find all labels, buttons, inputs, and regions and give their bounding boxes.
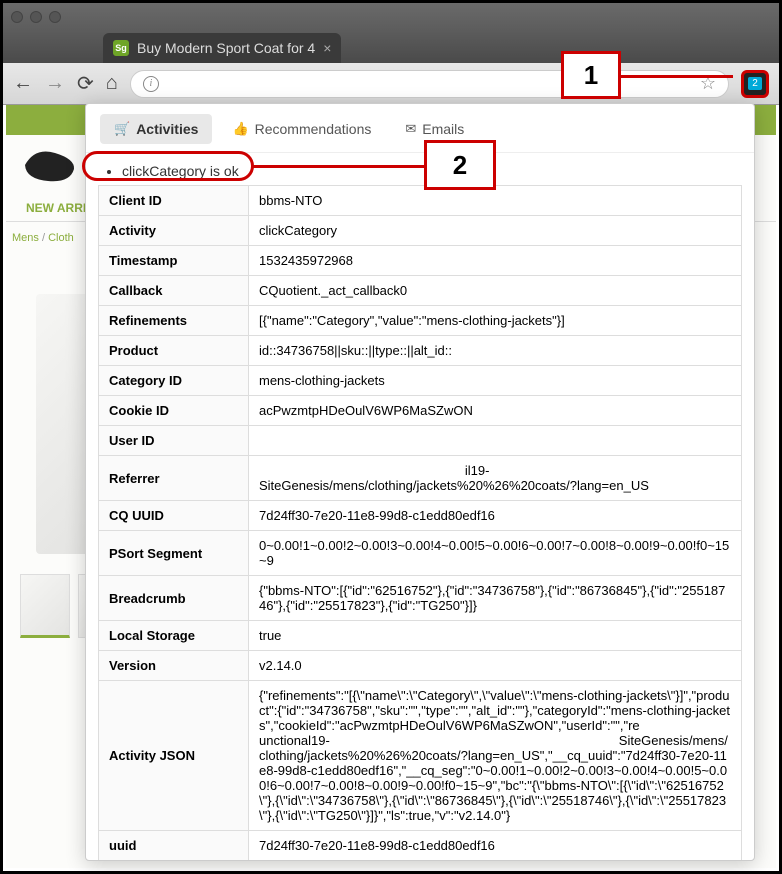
table-row: Productid::34736758||sku::||type::||alt_… [99,336,742,366]
key-user-id: User ID [99,426,249,456]
close-tab-icon[interactable]: × [323,40,331,56]
zoom-window-icon[interactable] [49,11,61,23]
activity-details-table: Client IDbbms-NTO ActivityclickCategory … [98,185,742,860]
val-uuid: 7d24ff30-7e20-11e8-99d8-c1edd80edf16 [249,831,742,861]
key-timestamp: Timestamp [99,246,249,276]
val-version: v2.14.0 [249,651,742,681]
key-callback: Callback [99,276,249,306]
table-row: Local Storagetrue [99,621,742,651]
table-row: Activity JSON{"refinements":"[{\"name\":… [99,681,742,831]
tab-activities-label: Activities [136,121,198,137]
val-client-id: bbms-NTO [249,186,742,216]
key-local-storage: Local Storage [99,621,249,651]
val-user-id [249,426,742,456]
browser-toolbar: ← → ⟳ ⌂ i ☆ 2 [3,63,779,105]
table-row: Breadcrumb{"bbms-NTO":[{"id":"62516752"}… [99,576,742,621]
extension-badge[interactable]: 2 [741,70,769,98]
table-row: Client IDbbms-NTO [99,186,742,216]
val-breadcrumb: {"bbms-NTO":[{"id":"62516752"},{"id":"34… [249,576,742,621]
table-row: Refinements[{"name":"Category","value":"… [99,306,742,336]
key-psort: PSort Segment [99,531,249,576]
key-cookie-id: Cookie ID [99,396,249,426]
annotation-line-2 [251,165,424,168]
favicon-icon: Sg [113,40,129,56]
val-timestamp: 1532435972968 [249,246,742,276]
key-client-id: Client ID [99,186,249,216]
thumbnail-1[interactable] [20,574,70,638]
window-titlebar [3,3,779,31]
tab-activities[interactable]: 🛒 Activities [100,114,212,144]
tab-recommendations-label: Recommendations [255,121,372,137]
browser-tabbar: Sg Buy Modern Sport Coat for 4 × [3,31,779,63]
key-breadcrumb: Breadcrumb [99,576,249,621]
val-local-storage: true [249,621,742,651]
envelope-icon: ✉ [405,121,416,137]
minimize-window-icon[interactable] [30,11,42,23]
annotation-callout-2: 2 [424,140,496,190]
annotation-highlight-oval [82,151,254,181]
val-callback: CQuotient._act_callback0 [249,276,742,306]
breadcrumb-clothing[interactable]: Cloth [48,232,74,244]
address-bar[interactable]: i ☆ [130,70,729,98]
val-category-id: mens-clothing-jackets [249,366,742,396]
product-image[interactable] [36,294,86,554]
table-row: uuid7d24ff30-7e20-11e8-99d8-c1edd80edf16 [99,831,742,861]
cart-icon: 🛒 [114,121,130,137]
table-row: Timestamp1532435972968 [99,246,742,276]
val-psort: 0~0.00!1~0.00!2~0.00!3~0.00!4~0.00!5~0.0… [249,531,742,576]
tab-title: Buy Modern Sport Coat for 4 [137,40,315,56]
breadcrumb-sep: / [39,232,48,244]
home-button[interactable]: ⌂ [106,72,118,95]
val-referrer: il19- SiteGenesis/mens/clothing/jackets%… [249,456,742,501]
tab-recommendations[interactable]: 👍 Recommendations [218,114,385,144]
debug-panel: 🛒 Activities 👍 Recommendations ✉ Emails cli… [85,103,755,861]
browser-tab[interactable]: Sg Buy Modern Sport Coat for 4 × [103,33,341,63]
table-row: PSort Segment0~0.00!1~0.00!2~0.00!3~0.00… [99,531,742,576]
table-row: Referrer il19- SiteGenesis/mens/clothing… [99,456,742,501]
panel-tabs: 🛒 Activities 👍 Recommendations ✉ Emails [86,104,754,153]
annotation-callout-1: 1 [561,51,621,99]
table-row: User ID [99,426,742,456]
key-version: Version [99,651,249,681]
tab-emails-label: Emails [422,121,464,137]
extension-count: 2 [748,77,762,90]
key-activity-json: Activity JSON [99,681,249,831]
annotation-line-1 [621,75,733,78]
key-referrer: Referrer [99,456,249,501]
val-cookie-id: acPwzmtpHDeOulV6WP6MaSZwON [249,396,742,426]
traffic-lights [11,11,61,23]
table-row: ActivityclickCategory [99,216,742,246]
table-row: Category IDmens-clothing-jackets [99,366,742,396]
panel-body[interactable]: clickCategory is ok Client IDbbms-NTO Ac… [86,153,754,860]
table-row: Versionv2.14.0 [99,651,742,681]
reload-button[interactable]: ⟳ [77,71,94,96]
breadcrumb-mens[interactable]: Mens [12,232,39,244]
val-activity: clickCategory [249,216,742,246]
val-refinements: [{"name":"Category","value":"mens-clothi… [249,306,742,336]
thumbs-up-icon: 👍 [232,121,248,137]
site-info-icon[interactable]: i [143,76,159,92]
forward-button[interactable]: → [45,72,65,95]
table-row: Cookie IDacPwzmtpHDeOulV6WP6MaSZwON [99,396,742,426]
key-product: Product [99,336,249,366]
back-button[interactable]: ← [13,72,33,95]
close-window-icon[interactable] [11,11,23,23]
val-activity-json: {"refinements":"[{\"name\":\"Category\",… [249,681,742,831]
val-cq-uuid: 7d24ff30-7e20-11e8-99d8-c1edd80edf16 [249,501,742,531]
key-refinements: Refinements [99,306,249,336]
site-logo[interactable] [20,145,80,185]
key-category-id: Category ID [99,366,249,396]
table-row: CQ UUID7d24ff30-7e20-11e8-99d8-c1edd80ed… [99,501,742,531]
val-product: id::34736758||sku::||type::||alt_id:: [249,336,742,366]
table-row: CallbackCQuotient._act_callback0 [99,276,742,306]
key-activity: Activity [99,216,249,246]
key-uuid: uuid [99,831,249,861]
key-cq-uuid: CQ UUID [99,501,249,531]
